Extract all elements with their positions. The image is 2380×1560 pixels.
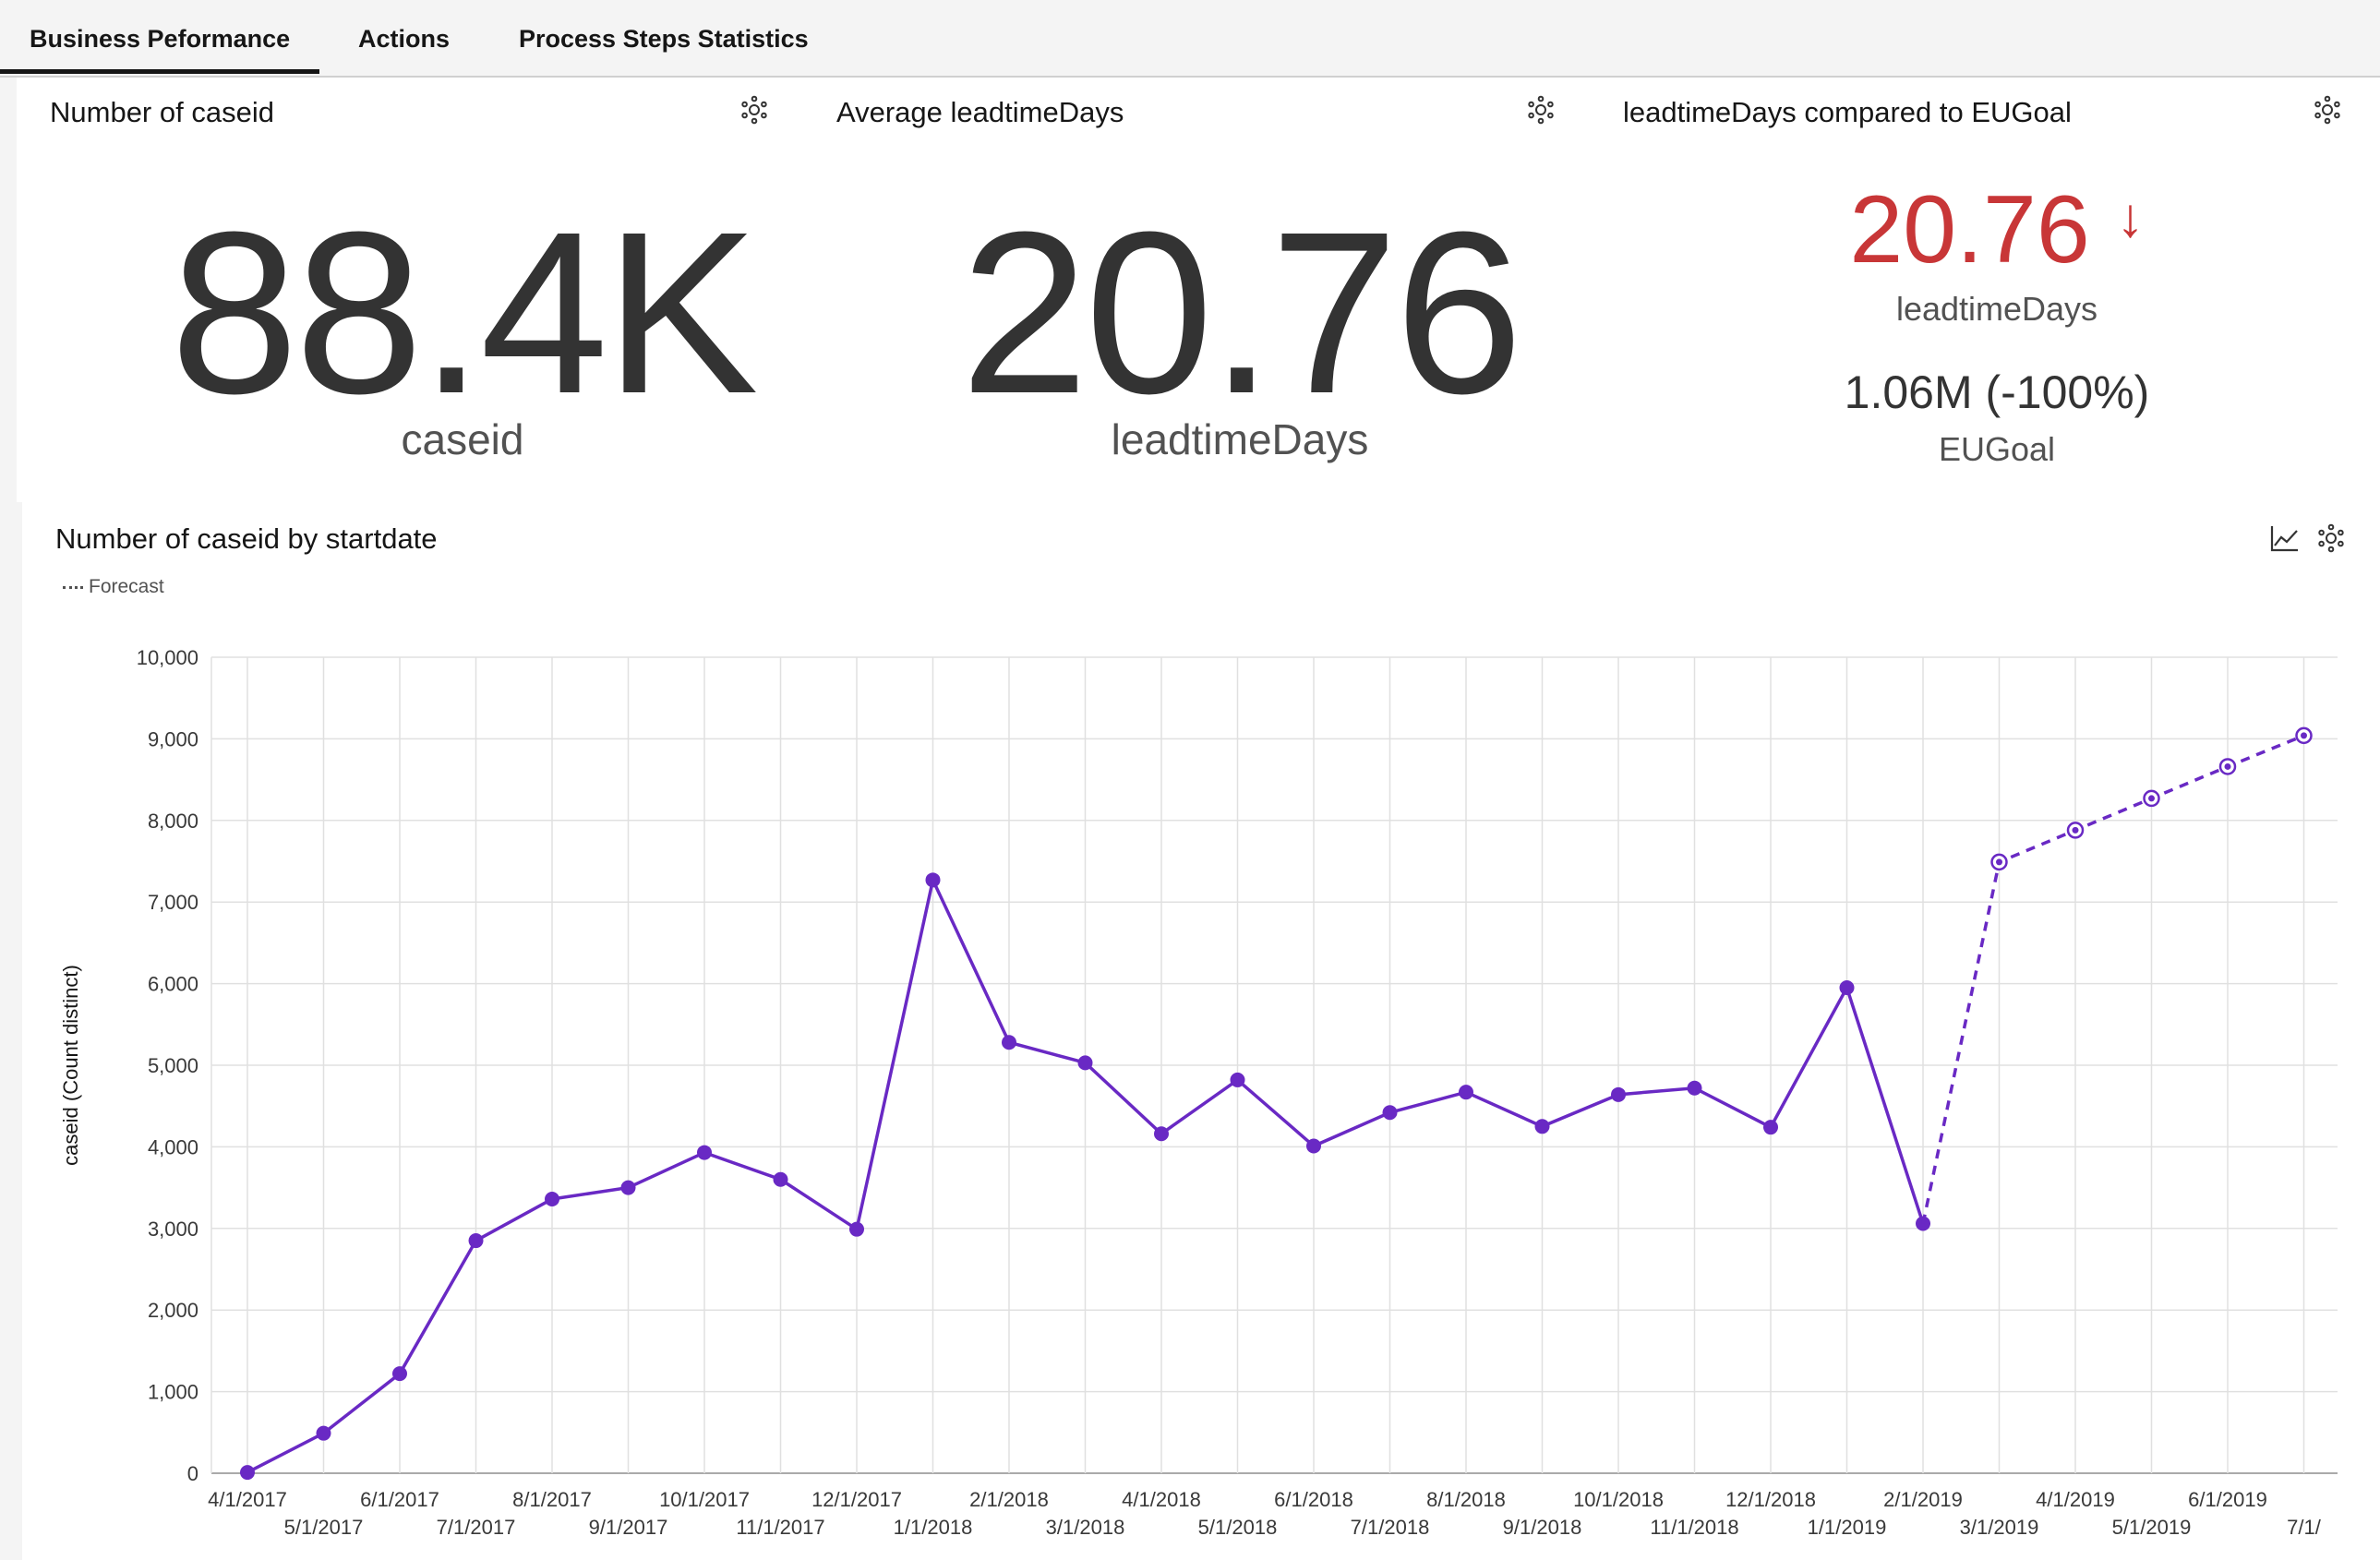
tab-actions[interactable]: Actions [329, 0, 479, 74]
forecast-data-point-center [2301, 732, 2307, 739]
data-point [849, 1221, 864, 1237]
x-tick-label: 5/1/2017 [284, 1516, 364, 1539]
forecast-data-point-center [2072, 826, 2079, 834]
data-point [1306, 1138, 1321, 1154]
x-tick-label: 6/1/2018 [1274, 1488, 1353, 1511]
y-tick-label: 5,000 [148, 1054, 198, 1077]
x-tick-label: 4/1/2018 [1122, 1488, 1201, 1511]
data-point [1077, 1055, 1093, 1071]
data-point [620, 1180, 636, 1195]
kpi-avg-title: Average leadtimeDays [836, 96, 1124, 128]
kpi-compare-title: leadtimeDays compared to EUGoal [1623, 96, 2072, 128]
forecast-data-point-center [2224, 762, 2231, 770]
kpi-count-value: 88.4K [170, 184, 758, 441]
x-tick-label: 8/1/2017 [512, 1488, 592, 1511]
data-point [392, 1366, 407, 1382]
x-tick-label: 4/1/2019 [2036, 1488, 2115, 1511]
gear-icon[interactable] [2312, 94, 2343, 126]
x-tick-label: 7/1/ [2287, 1516, 2322, 1539]
gear-icon[interactable] [739, 94, 770, 126]
y-tick-label: 6,000 [148, 973, 198, 996]
data-point [697, 1145, 712, 1160]
x-tick-label: 4/1/2017 [208, 1488, 287, 1511]
y-tick-label: 2,000 [148, 1299, 198, 1322]
x-tick-label: 1/1/2018 [894, 1516, 973, 1539]
y-tick-label: 1,000 [148, 1381, 198, 1404]
kpi-compare-unit: leadtimeDays [1895, 290, 2098, 328]
data-point [1459, 1085, 1473, 1100]
data-point [545, 1191, 559, 1206]
x-tick-label: 8/1/2018 [1426, 1488, 1506, 1511]
x-tick-label: 11/1/2018 [1650, 1516, 1738, 1539]
x-tick-label: 5/1/2019 [2112, 1516, 2192, 1539]
x-tick-label: 9/1/2017 [589, 1516, 668, 1539]
data-point [773, 1171, 788, 1187]
x-tick-label: 2/1/2018 [969, 1488, 1049, 1511]
tab-business-performance[interactable]: Business Peformance [0, 0, 320, 74]
x-tick-label: 2/1/2019 [1883, 1488, 1963, 1511]
data-point [468, 1233, 484, 1249]
y-axis-label: caseid (Count distinct) [59, 965, 82, 1166]
x-tick-label: 9/1/2018 [1503, 1516, 1582, 1539]
data-point [1154, 1126, 1169, 1142]
tab-process-steps-statistics[interactable]: Process Steps Statistics [489, 0, 838, 74]
data-point [1534, 1119, 1550, 1134]
line-chart-panel: Number of caseid by startdate Forecast 0… [22, 502, 2380, 1560]
data-point [925, 872, 941, 888]
data-point [1611, 1086, 1626, 1102]
data-point [316, 1425, 331, 1441]
kpi-avg-unit: leadtimeDays [1111, 415, 1369, 463]
data-point [1763, 1120, 1778, 1135]
x-tick-label: 12/1/2017 [811, 1488, 902, 1511]
x-tick-label: 6/1/2019 [2188, 1488, 2267, 1511]
x-tick-label: 6/1/2017 [360, 1488, 439, 1511]
kpi-panel: Number of caseid 88.4K caseid Average le… [17, 78, 2380, 502]
forecast-data-point-center [2148, 795, 2155, 802]
data-point [1687, 1080, 1702, 1096]
x-tick-label: 7/1/2018 [1351, 1516, 1430, 1539]
x-tick-label: 3/1/2019 [1960, 1516, 2039, 1539]
data-point [240, 1465, 255, 1481]
data-point [1002, 1035, 1016, 1050]
x-tick-label: 5/1/2018 [1198, 1516, 1278, 1539]
y-tick-label: 7,000 [148, 891, 198, 914]
x-tick-label: 12/1/2018 [1725, 1488, 1816, 1511]
y-tick-label: 4,000 [148, 1135, 198, 1158]
y-tick-label: 8,000 [148, 810, 198, 833]
x-tick-label: 10/1/2018 [1573, 1488, 1664, 1511]
kpi-count-unit: caseid [401, 415, 524, 463]
kpi-compare-value-row: 20.76 ↓ [1665, 177, 2329, 282]
y-tick-label: 10,000 [137, 646, 198, 669]
data-point [1839, 980, 1855, 996]
y-tick-label: 3,000 [148, 1218, 198, 1241]
data-point [1382, 1105, 1398, 1121]
kpi-compare-value: 20.76 [1849, 176, 2090, 283]
x-tick-label: 3/1/2018 [1046, 1516, 1125, 1539]
kpi-goal-label: EUGoal [1938, 430, 2056, 468]
x-tick-label: 7/1/2017 [437, 1516, 516, 1539]
x-tick-label: 10/1/2017 [659, 1488, 750, 1511]
x-tick-label: 11/1/2017 [736, 1516, 824, 1539]
forecast-data-point-center [1996, 858, 2002, 866]
arrow-down-icon: ↓ [2116, 186, 2145, 248]
forecast-series-line [1921, 734, 2305, 1224]
kpi-goal-value: 1.06M (-100%) [1844, 366, 2150, 418]
chart-plot: 0 1,000 2,000 3,000 4,000 5,000 6,000 7,000 8,00… [59, 646, 2338, 1539]
kpi-avg-value: 20.76 [960, 184, 1523, 441]
y-tick-label: 9,000 [148, 727, 198, 750]
x-tick-label: 1/1/2019 [1808, 1516, 1887, 1539]
gear-icon[interactable] [1525, 94, 1557, 126]
kpi-count-title: Number of caseid [50, 96, 274, 128]
y-tick-label: 0 [187, 1462, 198, 1485]
tab-bar: Business Peformance Actions Process Step… [0, 0, 2380, 78]
data-point [1230, 1072, 1245, 1087]
